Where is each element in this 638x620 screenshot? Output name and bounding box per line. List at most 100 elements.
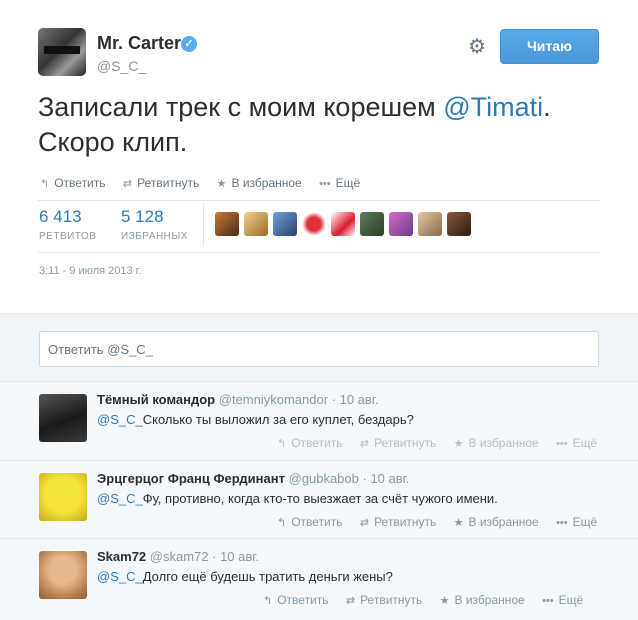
reply-mention-link[interactable]: @S_C_ bbox=[97, 491, 143, 506]
reply-author-handle[interactable]: @skam72 bbox=[150, 549, 209, 564]
reply-date[interactable]: 10 авг. bbox=[220, 549, 259, 564]
more-action[interactable]: ••• Ещё bbox=[556, 515, 597, 529]
reply-mention-link[interactable]: @S_C_ bbox=[97, 412, 143, 427]
retweet-action-label: Ретвитнуть bbox=[137, 176, 200, 190]
favorite-action[interactable]: ★ В избранное bbox=[454, 436, 539, 450]
reply-author-name[interactable]: Skam72 bbox=[97, 549, 146, 564]
reply-mention-link[interactable]: @S_C_ bbox=[97, 569, 143, 584]
favorite-action-label: В избранное bbox=[454, 593, 525, 607]
reply-arrow-icon: ↰ bbox=[277, 517, 287, 529]
more-action-label: Ещё bbox=[558, 593, 584, 607]
reply-arrow-icon: ↰ bbox=[277, 438, 287, 450]
favorites-label: ИЗБРАННЫХ bbox=[121, 231, 188, 242]
reply-tweet[interactable]: Skam72 @skam72 · 10 авг. @S_C_Долго ещё … bbox=[0, 538, 638, 620]
retweets-count[interactable]: 6 413 bbox=[39, 207, 82, 227]
user-avatar[interactable] bbox=[360, 212, 384, 236]
user-avatar[interactable] bbox=[418, 212, 442, 236]
favorite-action-label: В избранное bbox=[231, 176, 302, 190]
reply-action-label: Ответить bbox=[277, 593, 329, 607]
user-avatar[interactable] bbox=[389, 212, 413, 236]
follow-button[interactable]: Читаю bbox=[500, 29, 599, 64]
reply-action[interactable]: ↰ Ответить bbox=[40, 176, 106, 190]
reply-text-body: Фу, противно, когда кто-то выезжает за с… bbox=[142, 491, 498, 506]
tweet-actions: ↰ Ответить ⇄ Ретвитнуть ★ В избранное ••• Ещ… bbox=[40, 176, 374, 190]
reply-actions: ↰ Ответить ⇄ Ретвитнуть ★ В избранное ••• Ещ… bbox=[277, 436, 611, 450]
gear-icon[interactable]: ⚙ bbox=[468, 37, 488, 57]
reply-text-body: Долго ещё будешь тратить деньги жены? bbox=[142, 569, 393, 584]
reply-author-name[interactable]: Тёмный командор bbox=[97, 392, 215, 407]
user-avatar[interactable] bbox=[331, 212, 355, 236]
retweet-action-label: Ретвитнуть bbox=[374, 515, 437, 529]
reply-avatar[interactable] bbox=[39, 473, 87, 521]
reply-actions: ↰ Ответить ⇄ Ретвитнуть ★ В избранное ••• Ещ… bbox=[263, 593, 597, 607]
reply-action-label: Ответить bbox=[291, 436, 343, 450]
more-action[interactable]: ••• Ещё bbox=[319, 176, 360, 190]
reply-arrow-icon: ↰ bbox=[263, 595, 273, 607]
reply-action[interactable]: ↰ Ответить bbox=[263, 593, 329, 607]
reply-avatar[interactable] bbox=[39, 551, 87, 599]
retweet-action[interactable]: ⇄ Ретвитнуть bbox=[360, 515, 436, 529]
reply-actions: ↰ Ответить ⇄ Ретвитнуть ★ В избранное ••• Ещ… bbox=[277, 515, 611, 529]
reply-author-handle[interactable]: @temniykomandor bbox=[219, 392, 328, 407]
reply-author-row: Тёмный командор @temniykomandor · 10 авг… bbox=[97, 392, 379, 407]
reply-tweet[interactable]: Тёмный командор @temniykomandor · 10 авг… bbox=[0, 381, 638, 460]
retweet-action[interactable]: ⇄ Ретвитнуть bbox=[360, 436, 436, 450]
retweet-icon: ⇄ bbox=[345, 595, 356, 607]
reply-input-placeholder: Ответить bbox=[48, 342, 108, 357]
tweet-mention-link[interactable]: @Timati bbox=[443, 92, 543, 122]
reply-date[interactable]: 10 авг. bbox=[340, 392, 379, 407]
reply-arrow-icon: ↰ bbox=[40, 178, 50, 190]
user-avatar[interactable] bbox=[273, 212, 297, 236]
reply-text: @S_C_Сколько ты выложил за его куплет, б… bbox=[97, 412, 414, 427]
star-icon: ★ bbox=[216, 178, 227, 190]
more-action-label: Ещё bbox=[572, 515, 598, 529]
author-handle[interactable]: @S_C_ bbox=[97, 58, 146, 74]
tweet-text-part: Записали трек с моим корешем bbox=[38, 92, 444, 122]
reply-date[interactable]: 10 авг. bbox=[370, 471, 409, 486]
star-icon: ★ bbox=[453, 438, 464, 450]
favorite-action[interactable]: ★ В избранное bbox=[217, 176, 302, 190]
reply-author-name[interactable]: Эрцгерцог Франц Фердинант bbox=[97, 471, 285, 486]
favorite-action[interactable]: ★ В избранное bbox=[440, 593, 525, 607]
author-avatar[interactable] bbox=[38, 28, 86, 76]
tweet-text: Записали трек с моим корешем @Timati. Ск… bbox=[38, 90, 598, 160]
reply-author-row: Skam72 @skam72 · 10 авг. bbox=[97, 549, 259, 564]
reply-date-sep: · bbox=[208, 549, 221, 564]
reply-author-handle[interactable]: @gubkabob bbox=[289, 471, 359, 486]
more-dots-icon: ••• bbox=[556, 517, 568, 529]
favorite-action-label: В избранное bbox=[468, 515, 539, 529]
replies-section: Ответить @S_C_ Тёмный командор @temniyko… bbox=[0, 313, 638, 620]
reply-avatar[interactable] bbox=[39, 394, 87, 442]
reply-text: @S_C_Фу, противно, когда кто-то выезжает… bbox=[97, 491, 498, 506]
retweet-action[interactable]: ⇄ Ретвитнуть bbox=[346, 593, 422, 607]
author-name[interactable]: Mr. Carter bbox=[97, 33, 181, 54]
reply-text: @S_C_Долго ещё будешь тратить деньги жен… bbox=[97, 569, 393, 584]
favorite-action[interactable]: ★ В избранное bbox=[454, 515, 539, 529]
reply-action[interactable]: ↰ Ответить bbox=[277, 515, 343, 529]
retweet-action-label: Ретвитнуть bbox=[374, 436, 437, 450]
main-tweet: Mr. Carter ✓ @S_C_ ⚙ Читаю Записали трек… bbox=[0, 0, 638, 313]
reply-input-mention: @S_C_ bbox=[107, 342, 153, 357]
user-avatar[interactable] bbox=[244, 212, 268, 236]
user-avatar[interactable] bbox=[215, 212, 239, 236]
star-icon: ★ bbox=[453, 517, 464, 529]
reply-text-body: Сколько ты выложил за его куплет, бездар… bbox=[142, 412, 414, 427]
retweet-action[interactable]: ⇄ Ретвитнуть bbox=[123, 176, 199, 190]
reply-date-sep: · bbox=[328, 392, 340, 407]
divider bbox=[38, 200, 600, 201]
reply-input[interactable]: Ответить @S_C_ bbox=[39, 331, 599, 367]
retweet-icon: ⇄ bbox=[359, 517, 370, 529]
more-action[interactable]: ••• Ещё bbox=[542, 593, 583, 607]
favorites-count[interactable]: 5 128 bbox=[121, 207, 164, 227]
user-avatar[interactable] bbox=[302, 212, 326, 236]
favorite-action-label: В избранное bbox=[468, 436, 539, 450]
tweet-timestamp[interactable]: 3:11 - 9 июля 2013 г. bbox=[39, 265, 141, 277]
more-dots-icon: ••• bbox=[556, 438, 568, 450]
more-action[interactable]: ••• Ещё bbox=[556, 436, 597, 450]
user-avatar[interactable] bbox=[447, 212, 471, 236]
reply-action[interactable]: ↰ Ответить bbox=[277, 436, 343, 450]
more-dots-icon: ••• bbox=[542, 595, 554, 607]
more-dots-icon: ••• bbox=[319, 178, 331, 190]
reply-tweet[interactable]: Эрцгерцог Франц Фердинант @gubkabob · 10… bbox=[0, 460, 638, 538]
retweet-icon: ⇄ bbox=[359, 438, 370, 450]
